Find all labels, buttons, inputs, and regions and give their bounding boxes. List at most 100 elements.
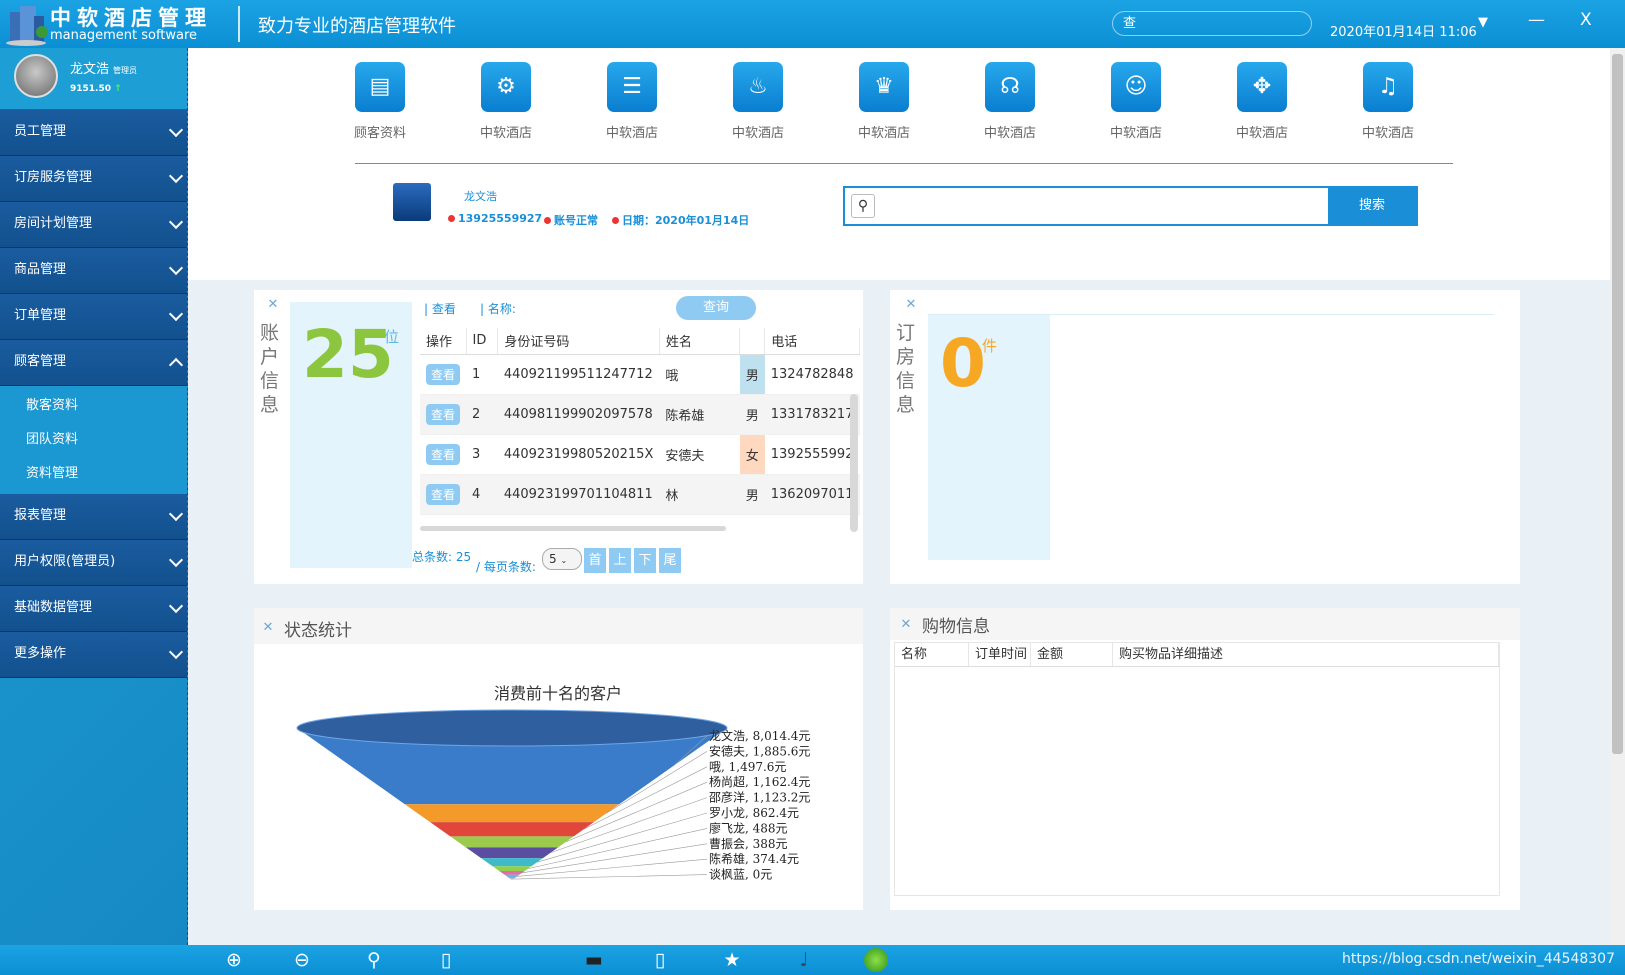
close-icon[interactable]: ✕ (898, 617, 914, 633)
page-prev-button[interactable]: 上 (609, 548, 631, 573)
per-page-select[interactable]: 5 ⌄ (542, 548, 582, 570)
col-op: 操作 (420, 328, 467, 355)
zoom-in-icon[interactable]: ⊕ (222, 948, 246, 972)
view-button[interactable]: 查看 (426, 403, 461, 425)
submenu-data-manage[interactable]: 资料管理 (0, 457, 187, 491)
chevron-down-icon (168, 598, 184, 614)
user-icon: ☺ (1111, 62, 1161, 112)
view-link[interactable]: | 查看 (424, 300, 456, 317)
funnel-segment[interactable] (499, 870, 525, 875)
close-button[interactable]: X (1580, 10, 1592, 30)
search-icon[interactable]: ⚲ (851, 194, 875, 218)
avatar[interactable] (14, 54, 58, 98)
tool-hotel-3[interactable]: ♨ 中软酒店 (708, 62, 808, 141)
chevron-down-icon (168, 644, 184, 660)
tool-customer-data[interactable]: ▤ 顾客资料 (330, 62, 430, 141)
search-button[interactable]: 搜索 (1328, 188, 1416, 224)
col-order-time: 订单时间 (969, 643, 1031, 666)
tool-hotel-8[interactable]: ♫ 中软酒店 (1338, 62, 1438, 141)
tool-hotel-1[interactable]: ⚙ 中软酒店 (456, 62, 556, 141)
booking-panel: ✕ 订房信息 0 件 (890, 290, 1520, 584)
chart-title: 消费前十名的客户 (494, 684, 623, 703)
tool-hotel-5[interactable]: ☊ 中软酒店 (960, 62, 1060, 141)
table-vscroll[interactable] (850, 394, 858, 532)
close-icon[interactable]: ✕ (260, 620, 276, 636)
gamepad-icon[interactable]: ▬ (578, 948, 610, 972)
funnel-segment[interactable] (450, 836, 574, 848)
microphone-icon[interactable]: ♩ (792, 948, 816, 972)
menu-booking-service[interactable]: 订房服务管理 (0, 156, 187, 202)
server-icon: ☰ (607, 62, 657, 112)
menu-orders[interactable]: 订单管理 (0, 294, 187, 340)
funnel-segment[interactable] (492, 866, 532, 871)
tool-hotel-2[interactable]: ☰ 中软酒店 (582, 62, 682, 141)
label-leader (517, 858, 708, 877)
booking-title: 订房信息 (896, 322, 916, 416)
chevron-up-icon (168, 357, 184, 373)
funnel-segment[interactable] (430, 822, 594, 837)
chevron-down-icon (168, 506, 184, 522)
tool-hotel-4[interactable]: ♛ 中软酒店 (834, 62, 934, 141)
view-button[interactable]: 查看 (426, 483, 461, 505)
scroll-thumb[interactable] (1612, 54, 1623, 754)
chevron-down-icon: ⌄ (560, 556, 568, 565)
col-id: ID (466, 328, 499, 355)
funnel-chart: 龙文浩, 8,014.4元安德夫, 1,885.6元哦, 1,497.6元杨尚超… (296, 709, 810, 882)
menu-base-data[interactable]: 基础数据管理 (0, 586, 187, 632)
search-icon[interactable]: ⚲ (362, 948, 386, 972)
page-last-button[interactable]: 尾 (659, 548, 681, 573)
sidebar: 龙文浩 管理员 9151.50 ↑ 员工管理 订房服务管理 房间计划管理 商品管理… (0, 48, 188, 945)
funnel-label: 哦, 1,497.6元 (709, 760, 786, 774)
tablet-icon[interactable]: ▯ (648, 948, 672, 972)
shopping-title: 购物信息 (922, 617, 990, 637)
profile-name[interactable]: 龙文浩 (464, 188, 497, 204)
star-icon[interactable]: ★ (720, 948, 744, 972)
menu-goods[interactable]: 商品管理 (0, 248, 187, 294)
close-icon[interactable]: ✕ (903, 297, 919, 313)
submenu-team[interactable]: 团队资料 (0, 423, 187, 457)
watermark: https://blog.csdn.net/weixin_44548307 (1341, 951, 1615, 967)
booking-count-card: 0 件 (928, 315, 1050, 560)
menu-staff[interactable]: 员工管理 (0, 110, 187, 156)
view-button[interactable]: 查看 (426, 363, 461, 385)
funnel-top (296, 709, 728, 747)
globe-icon[interactable] (864, 948, 888, 972)
user-card: 龙文浩 管理员 9151.50 ↑ (0, 48, 187, 110)
funnel-segment[interactable] (481, 858, 543, 867)
page-next-button[interactable]: 下 (634, 548, 656, 573)
menu-more[interactable]: 更多操作 (0, 632, 187, 678)
minimize-button[interactable]: — (1528, 10, 1545, 30)
menu-customers[interactable]: 顾客管理 (0, 340, 187, 386)
funnel-segment[interactable] (465, 847, 559, 859)
chevron-down-icon (168, 306, 184, 322)
table-hscroll[interactable] (420, 526, 726, 531)
close-icon[interactable]: ✕ (265, 297, 281, 313)
col-phone: 电话 (764, 328, 860, 355)
col-sex (739, 328, 766, 355)
submenu-walkin[interactable]: 散客资料 (0, 389, 187, 423)
table-row: 查看 4 440923199701104811 林男 1362097011 (420, 474, 860, 515)
view-button[interactable]: 查看 (426, 443, 461, 465)
funnel-segment[interactable] (404, 804, 620, 823)
dropdown-icon[interactable]: ▼ (1478, 15, 1488, 30)
query-button[interactable]: 查询 (676, 296, 756, 320)
top-search-input[interactable]: 查 (1112, 11, 1312, 36)
headset-icon: ☊ (985, 62, 1035, 112)
account-panel: ✕ 账户信息 25 位 | 查看 | 名称: 查询 操作 ID 身份证号码 姓名… (254, 290, 863, 584)
chevron-down-icon (168, 168, 184, 184)
toolbar-area: ▤ 顾客资料 ⚙ 中软酒店 ☰ 中软酒店 ♨ 中软酒店 ♛ 中软酒店 ☊ 中软酒店 ☺ 中软酒… (188, 48, 1610, 280)
zoom-out-icon[interactable]: ⊖ (290, 948, 314, 972)
menu-reports[interactable]: 报表管理 (0, 494, 187, 540)
page-first-button[interactable]: 首 (584, 548, 606, 573)
chevron-down-icon (168, 552, 184, 568)
table-header: 名称 订单时间 金额 购买物品详细描述 (895, 643, 1499, 667)
account-count: 25 (302, 316, 394, 393)
label-leader (513, 874, 708, 880)
funnel-label: 廖飞龙, 488元 (709, 820, 788, 835)
page-scrollbar[interactable] (1610, 48, 1625, 945)
tool-hotel-6[interactable]: ☺ 中软酒店 (1086, 62, 1186, 141)
menu-room-plan[interactable]: 房间计划管理 (0, 202, 187, 248)
phone-icon[interactable]: ▯ (434, 948, 458, 972)
tool-hotel-7[interactable]: ✥ 中软酒店 (1212, 62, 1312, 141)
menu-permissions[interactable]: 用户权限(管理员) (0, 540, 187, 586)
